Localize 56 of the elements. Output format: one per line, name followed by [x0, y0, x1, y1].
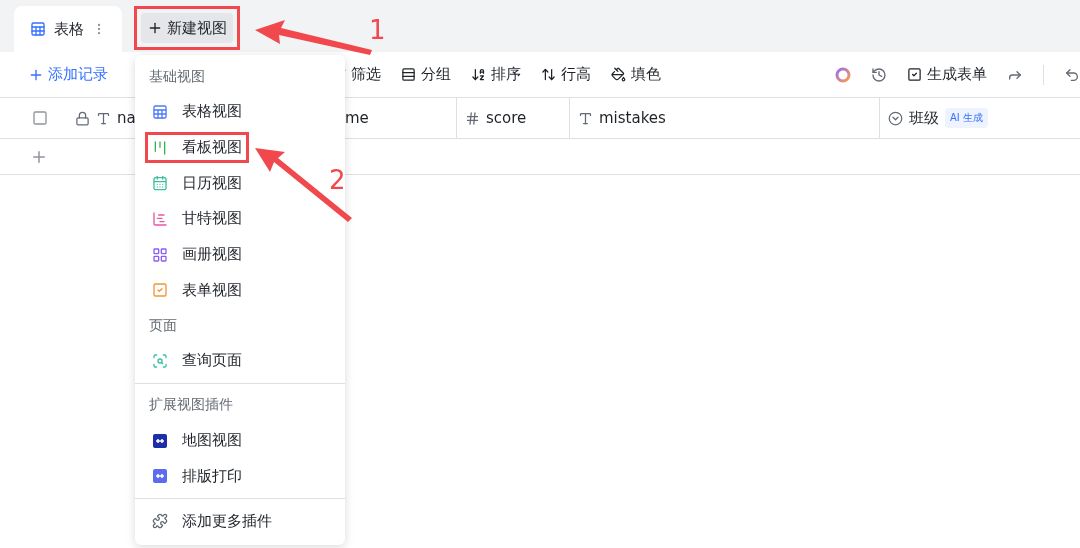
ai-ring-icon[interactable] [835, 66, 851, 83]
toolbar-button[interactable]: 分组 [401, 65, 451, 84]
menu-item[interactable]: 画册视图 [145, 239, 249, 271]
undo-icon[interactable] [1064, 66, 1080, 83]
column-header: mistakes [599, 109, 666, 127]
view-tab[interactable]: 表格 [14, 6, 122, 52]
select-all-checkbox[interactable] [32, 110, 48, 126]
menu-section-title: 页面 [148, 315, 178, 335]
menu-item[interactable]: 添加更多插件 [145, 505, 279, 537]
menu-item[interactable]: 看板视图 [145, 132, 249, 164]
menu-section-title: 扩展视图插件 [148, 395, 234, 415]
map-plugin-icon [152, 432, 168, 449]
calendar-icon [152, 175, 168, 192]
group-icon [401, 67, 416, 82]
menu-item[interactable]: 查询页面 [145, 345, 249, 377]
menu-item[interactable]: 表单视图 [145, 274, 249, 306]
toolbar-button[interactable]: 排序 [471, 65, 521, 84]
gantt-icon [152, 210, 168, 227]
row-height-icon [541, 67, 556, 82]
select-field-icon [888, 110, 903, 126]
paint-bucket-icon [611, 67, 626, 82]
column-header: score [486, 109, 527, 127]
toolbar-button[interactable]: 填色 [611, 65, 661, 84]
search-page-icon [152, 352, 168, 369]
print-plugin-icon [152, 468, 168, 485]
form-icon [907, 67, 922, 82]
table-icon [30, 21, 46, 37]
kanban-icon [152, 139, 168, 156]
menu-item[interactable]: 日历视图 [145, 167, 249, 199]
generate-form-button[interactable]: 生成表单 [907, 65, 987, 84]
annotation-number: 2 [329, 165, 346, 195]
puzzle-icon [152, 513, 168, 530]
text-field-icon [96, 110, 111, 126]
gallery-icon [152, 246, 168, 263]
column-header: na [117, 109, 136, 127]
number-field-icon [465, 110, 480, 126]
toolbar-button[interactable]: 行高 [541, 65, 591, 84]
add-record-button[interactable]: 添加记录 [28, 65, 108, 84]
table-icon [152, 103, 168, 120]
sort-icon [471, 67, 486, 82]
annotation-number: 1 [369, 15, 386, 45]
form-icon [152, 282, 168, 299]
plus-icon [147, 20, 163, 36]
ai-badge: AI 生成 [945, 108, 988, 128]
menu-item[interactable]: 甘特视图 [145, 203, 249, 235]
column-header: me [345, 109, 369, 127]
new-view-button[interactable]: 新建视图 [141, 13, 233, 43]
menu-section-title: 基础视图 [148, 66, 206, 86]
menu-item[interactable]: 排版打印 [145, 460, 249, 492]
history-icon[interactable] [871, 66, 887, 83]
tab-label: 表格 [54, 19, 84, 39]
text-field-icon [578, 110, 593, 126]
lock-icon [75, 110, 90, 126]
menu-item[interactable]: 地图视图 [145, 425, 249, 457]
menu-item[interactable]: 表格视图 [145, 96, 249, 128]
column-header: 班级 [909, 108, 939, 128]
